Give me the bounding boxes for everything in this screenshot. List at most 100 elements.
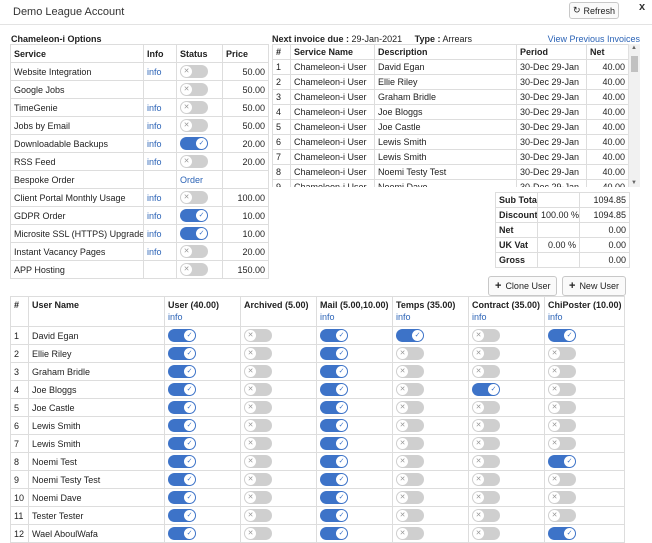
- view-previous-invoices-link[interactable]: View Previous Invoices: [548, 34, 640, 44]
- archived-toggle[interactable]: ✕: [244, 473, 272, 486]
- new-user-button[interactable]: + New User: [562, 276, 626, 296]
- option-status-toggle[interactable]: ✕: [180, 245, 208, 258]
- contract-toggle[interactable]: ✕: [472, 491, 500, 504]
- chiposter-toggle[interactable]: ✕: [548, 365, 576, 378]
- option-status-toggle[interactable]: ✕: [180, 263, 208, 276]
- mail-toggle[interactable]: ✓: [320, 455, 348, 468]
- archived-toggle[interactable]: ✕: [244, 419, 272, 432]
- chiposter-toggle[interactable]: ✕: [548, 473, 576, 486]
- archived-toggle[interactable]: ✕: [244, 455, 272, 468]
- chiposter-toggle[interactable]: ✓: [548, 329, 576, 342]
- close-icon[interactable]: x: [639, 1, 645, 13]
- contract-toggle[interactable]: ✕: [472, 365, 500, 378]
- contract-toggle[interactable]: ✕: [472, 347, 500, 360]
- mail-toggle[interactable]: ✓: [320, 509, 348, 522]
- temps-toggle[interactable]: ✕: [396, 365, 424, 378]
- mail-toggle[interactable]: ✓: [320, 419, 348, 432]
- option-status-toggle[interactable]: ✕: [180, 191, 208, 204]
- archived-toggle[interactable]: ✕: [244, 365, 272, 378]
- user-toggle[interactable]: ✓: [168, 401, 196, 414]
- contract-toggle[interactable]: ✕: [472, 419, 500, 432]
- mail-toggle[interactable]: ✓: [320, 491, 348, 504]
- archived-toggle[interactable]: ✕: [244, 401, 272, 414]
- option-status-toggle[interactable]: ✓: [180, 227, 208, 240]
- option-status-toggle[interactable]: ✕: [180, 101, 208, 114]
- invoice-scrollbar[interactable]: ▲ ▼: [628, 44, 640, 187]
- temps-toggle[interactable]: ✓: [396, 329, 424, 342]
- archived-toggle[interactable]: ✕: [244, 437, 272, 450]
- user-toggle[interactable]: ✓: [168, 329, 196, 342]
- archived-toggle[interactable]: ✕: [244, 509, 272, 522]
- chiposter-toggle[interactable]: ✕: [548, 401, 576, 414]
- option-info-link[interactable]: info: [147, 229, 162, 239]
- user-toggle[interactable]: ✓: [168, 347, 196, 360]
- mail-toggle[interactable]: ✓: [320, 329, 348, 342]
- option-status-toggle[interactable]: ✕: [180, 83, 208, 96]
- archived-toggle[interactable]: ✕: [244, 347, 272, 360]
- temps-toggle[interactable]: ✕: [396, 347, 424, 360]
- chiposter-toggle[interactable]: ✓: [548, 455, 576, 468]
- invoice-scroll-area[interactable]: # Service Name Description Period Net 1 Chame…: [272, 44, 639, 187]
- column-info-link[interactable]: info: [168, 312, 237, 322]
- option-info-link[interactable]: info: [147, 139, 162, 149]
- option-info-link[interactable]: info: [147, 67, 162, 77]
- contract-toggle[interactable]: ✕: [472, 401, 500, 414]
- chiposter-toggle[interactable]: ✕: [548, 437, 576, 450]
- option-status-toggle[interactable]: ✓: [180, 209, 208, 222]
- option-status-toggle[interactable]: ✕: [180, 155, 208, 168]
- chiposter-toggle[interactable]: ✕: [548, 347, 576, 360]
- contract-toggle[interactable]: ✕: [472, 473, 500, 486]
- contract-toggle[interactable]: ✕: [472, 329, 500, 342]
- temps-toggle[interactable]: ✕: [396, 401, 424, 414]
- user-toggle[interactable]: ✓: [168, 383, 196, 396]
- chiposter-toggle[interactable]: ✓: [548, 527, 576, 540]
- option-info-link[interactable]: info: [147, 157, 162, 167]
- contract-toggle[interactable]: ✕: [472, 527, 500, 540]
- scroll-thumb[interactable]: [631, 56, 638, 72]
- option-info-link[interactable]: info: [147, 211, 162, 221]
- refresh-button[interactable]: ↻ Refresh: [569, 2, 619, 19]
- option-info-link[interactable]: info: [147, 193, 162, 203]
- user-toggle[interactable]: ✓: [168, 473, 196, 486]
- option-status-toggle[interactable]: ✓: [180, 137, 208, 150]
- chiposter-toggle[interactable]: ✕: [548, 491, 576, 504]
- contract-toggle[interactable]: ✓: [472, 383, 500, 396]
- user-toggle[interactable]: ✓: [168, 509, 196, 522]
- temps-toggle[interactable]: ✕: [396, 437, 424, 450]
- mail-toggle[interactable]: ✓: [320, 527, 348, 540]
- temps-toggle[interactable]: ✕: [396, 383, 424, 396]
- column-info-link[interactable]: info: [472, 312, 541, 322]
- user-toggle[interactable]: ✓: [168, 455, 196, 468]
- mail-toggle[interactable]: ✓: [320, 473, 348, 486]
- mail-toggle[interactable]: ✓: [320, 437, 348, 450]
- column-info-link[interactable]: info: [548, 312, 621, 322]
- temps-toggle[interactable]: ✕: [396, 527, 424, 540]
- column-info-link[interactable]: info: [396, 312, 465, 322]
- chiposter-toggle[interactable]: ✕: [548, 509, 576, 522]
- user-toggle[interactable]: ✓: [168, 527, 196, 540]
- contract-toggle[interactable]: ✕: [472, 437, 500, 450]
- archived-toggle[interactable]: ✕: [244, 383, 272, 396]
- temps-toggle[interactable]: ✕: [396, 473, 424, 486]
- clone-user-button[interactable]: + Clone User: [488, 276, 558, 296]
- mail-toggle[interactable]: ✓: [320, 365, 348, 378]
- user-toggle[interactable]: ✓: [168, 437, 196, 450]
- archived-toggle[interactable]: ✕: [244, 329, 272, 342]
- mail-toggle[interactable]: ✓: [320, 383, 348, 396]
- archived-toggle[interactable]: ✕: [244, 527, 272, 540]
- chiposter-toggle[interactable]: ✕: [548, 383, 576, 396]
- temps-toggle[interactable]: ✕: [396, 419, 424, 432]
- contract-toggle[interactable]: ✕: [472, 455, 500, 468]
- user-toggle[interactable]: ✓: [168, 491, 196, 504]
- option-info-link[interactable]: info: [147, 103, 162, 113]
- option-info-link[interactable]: info: [147, 121, 162, 131]
- archived-toggle[interactable]: ✕: [244, 491, 272, 504]
- mail-toggle[interactable]: ✓: [320, 401, 348, 414]
- option-info-link[interactable]: info: [147, 247, 162, 257]
- chiposter-toggle[interactable]: ✕: [548, 419, 576, 432]
- user-toggle[interactable]: ✓: [168, 419, 196, 432]
- option-status-toggle[interactable]: ✕: [180, 119, 208, 132]
- order-link[interactable]: Order: [180, 175, 203, 185]
- scroll-up-icon[interactable]: ▲: [631, 45, 637, 51]
- temps-toggle[interactable]: ✕: [396, 509, 424, 522]
